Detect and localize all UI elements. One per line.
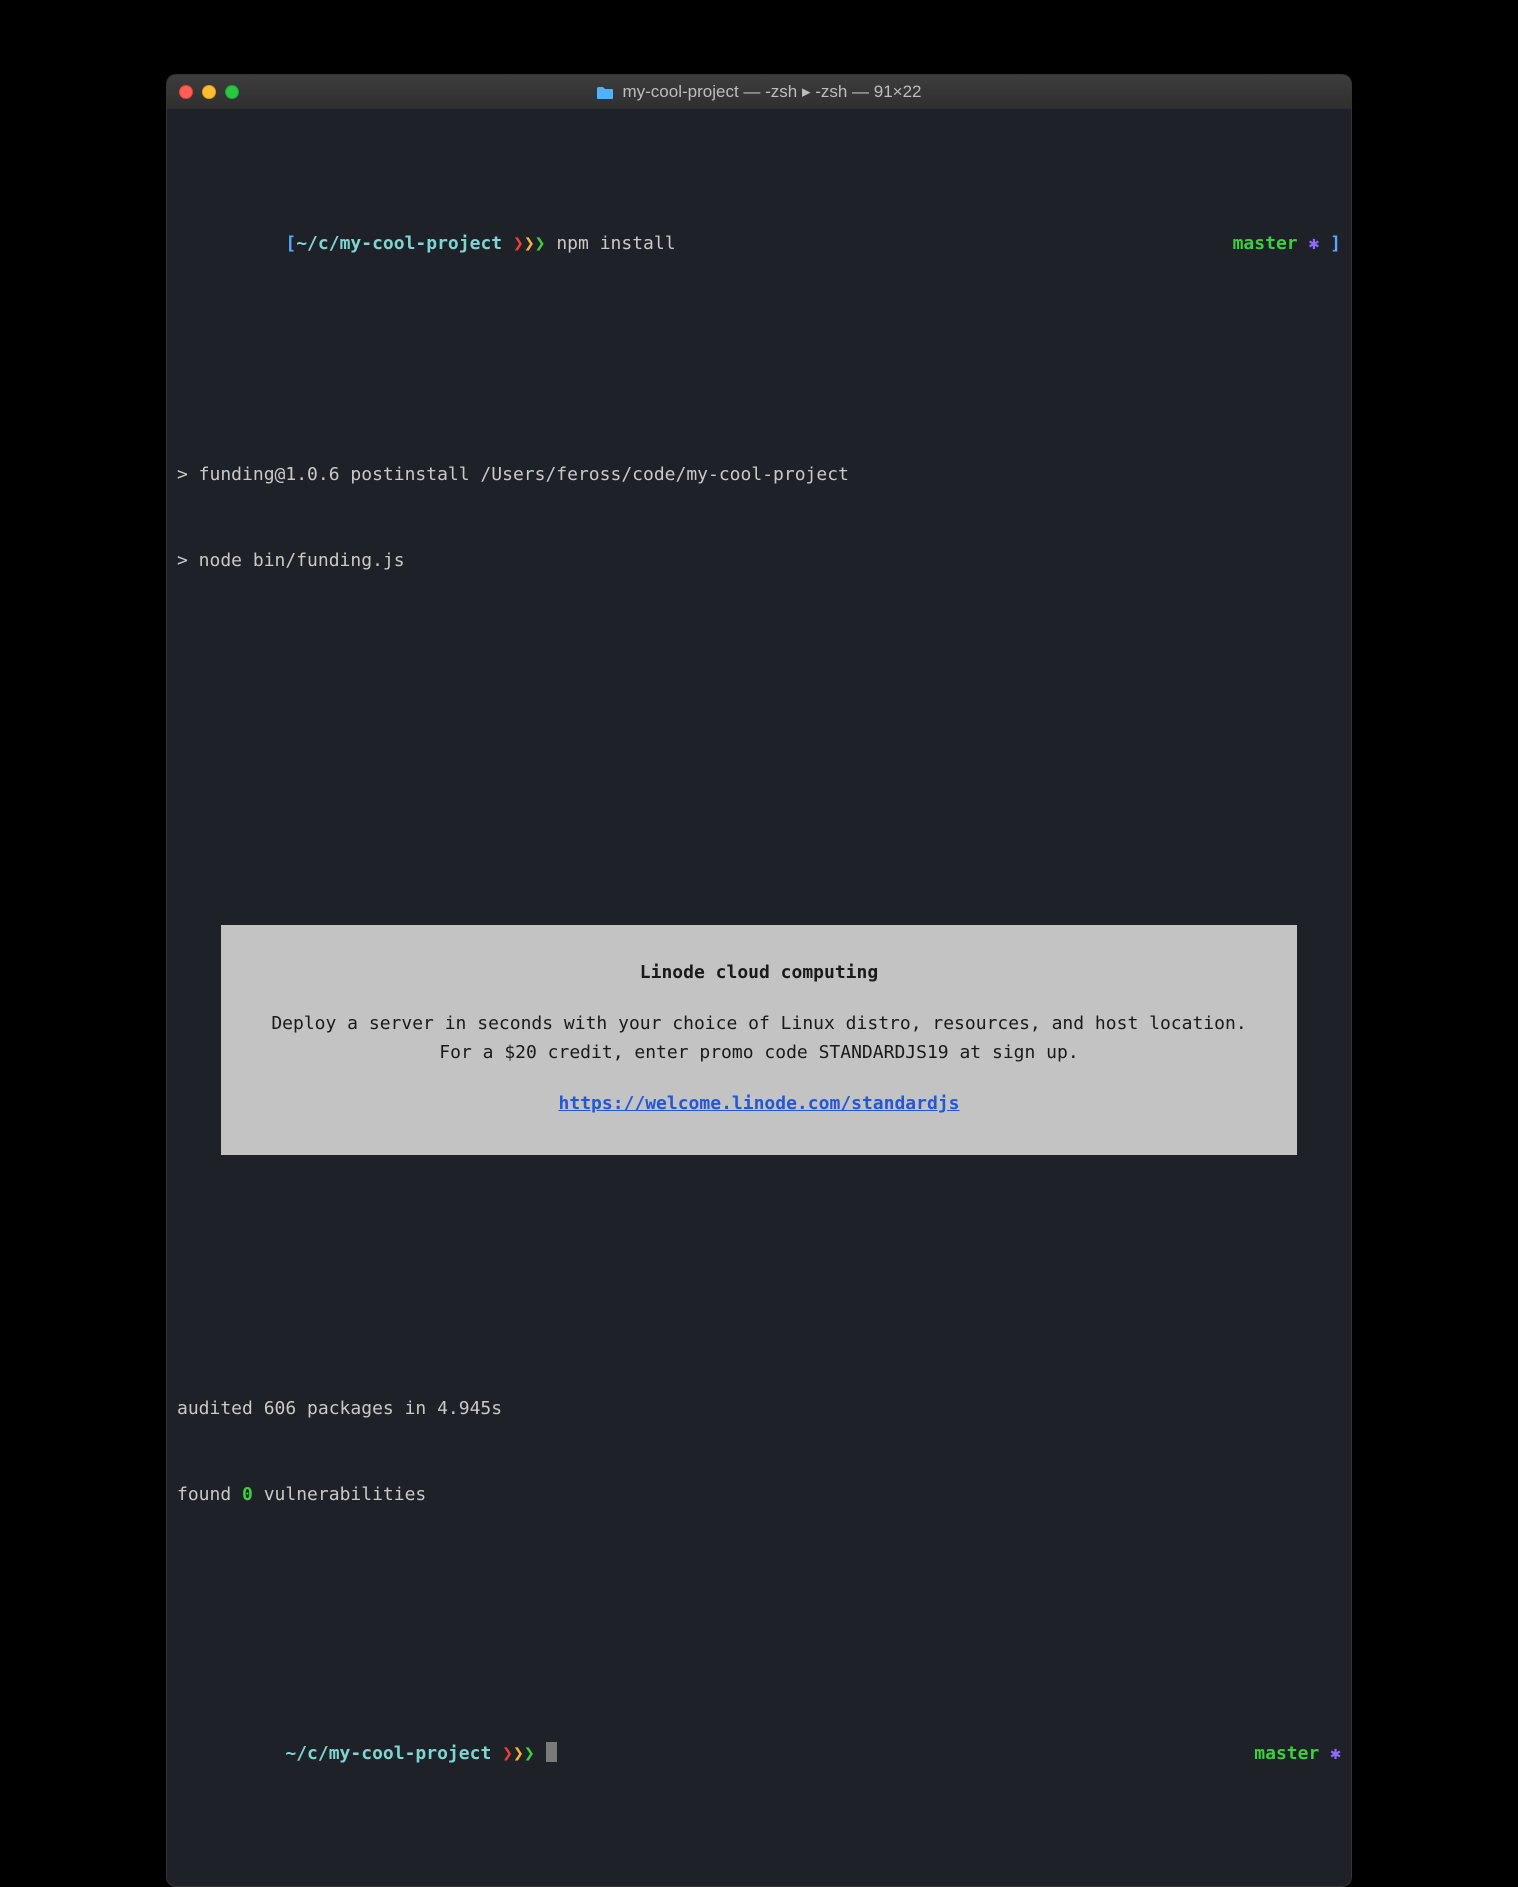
prompt-chevrons: ❯❯❯ — [502, 1743, 535, 1764]
command-text: npm install — [556, 233, 675, 254]
terminal-window: my-cool-project — -zsh ▸ -zsh — 91×22 [~… — [166, 74, 1352, 1887]
window-controls — [179, 85, 239, 99]
lbracket: [ — [285, 233, 296, 254]
cursor-icon — [546, 1742, 557, 1762]
output-blank — [177, 1308, 1341, 1337]
funding-ad-container: Linode cloud computing Deploy a server i… — [177, 864, 1341, 1222]
vuln-count: 0 — [242, 1484, 253, 1505]
output-line: > funding@1.0.6 postinstall /Users/feros… — [177, 461, 1341, 490]
prompt-path: ~/c/my-cool-project — [296, 233, 502, 254]
output-blank — [177, 374, 1341, 403]
rbracket: ] — [1330, 233, 1341, 254]
prompt-line-1: [~/c/my-cool-project ❯❯❯ npm install mas… — [177, 201, 1341, 287]
desktop: my-cool-project — -zsh ▸ -zsh — 91×22 [~… — [0, 0, 1518, 984]
output-line: > node bin/funding.js — [177, 547, 1341, 576]
folder-icon — [596, 85, 614, 99]
prompt-line-2: ~/c/my-cool-project ❯❯❯ master ✱ — [177, 1712, 1341, 1798]
prompt-chevrons: ❯❯❯ — [513, 233, 546, 254]
git-dirty-icon: ✱ — [1330, 1743, 1341, 1764]
terminal-body[interactable]: [~/c/my-cool-project ❯❯❯ npm install mas… — [167, 109, 1351, 1886]
output-vulns: found 0 vulnerabilities — [177, 1481, 1341, 1510]
window-title-text: my-cool-project — -zsh ▸ -zsh — 91×22 — [622, 82, 921, 102]
output-blank — [177, 633, 1341, 662]
git-dirty-icon: ✱ — [1308, 233, 1319, 254]
output-blank — [177, 720, 1341, 749]
ad-link[interactable]: https://welcome.linode.com/standardjs — [559, 1093, 960, 1114]
output-blank — [177, 1568, 1341, 1597]
git-branch: master — [1254, 1743, 1319, 1764]
output-audited: audited 606 packages in 4.945s — [177, 1395, 1341, 1424]
window-title: my-cool-project — -zsh ▸ -zsh — 91×22 — [167, 82, 1351, 102]
git-branch: master — [1233, 233, 1298, 254]
ad-body: Deploy a server in seconds with your cho… — [267, 1010, 1251, 1068]
prompt-path: ~/c/my-cool-project — [285, 1743, 491, 1764]
maximize-button[interactable] — [225, 85, 239, 99]
window-titlebar[interactable]: my-cool-project — -zsh ▸ -zsh — 91×22 — [167, 75, 1351, 109]
funding-ad: Linode cloud computing Deploy a server i… — [221, 925, 1297, 1154]
close-button[interactable] — [179, 85, 193, 99]
minimize-button[interactable] — [202, 85, 216, 99]
